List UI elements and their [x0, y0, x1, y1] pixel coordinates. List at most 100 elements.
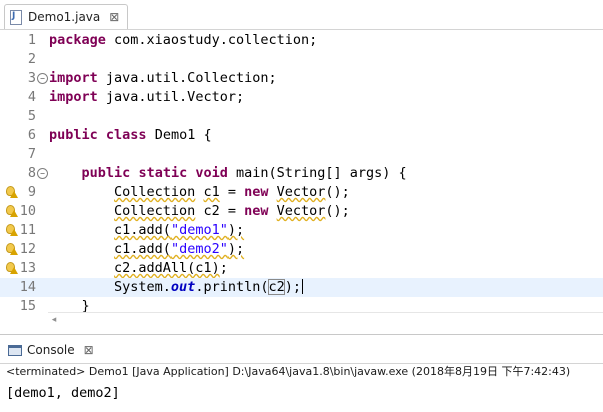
code-text: c2.addAll(c1);: [49, 259, 228, 278]
code-token: c1.add(: [114, 222, 171, 238]
code-token: "demo1": [170, 222, 228, 238]
fold-collapse-icon[interactable]: −: [37, 73, 48, 84]
console-status-line: <terminated> Demo1 [Java Application] D:…: [6, 365, 571, 378]
code-token: c1.add(: [114, 241, 171, 257]
code-token: Collection: [114, 184, 196, 200]
line-number: 10: [19, 203, 36, 219]
code-token: public: [81, 165, 131, 181]
close-icon[interactable]: ⊠: [109, 10, 119, 24]
close-icon[interactable]: ⊠: [84, 343, 94, 357]
scroll-left-icon[interactable]: ◂: [48, 314, 60, 326]
code-token: static: [138, 165, 188, 181]
code-line[interactable]: 5: [0, 107, 603, 126]
line-number: 13: [19, 260, 36, 276]
code-line[interactable]: 13 c2.addAll(c1);: [0, 259, 603, 278]
code-token: out: [170, 279, 196, 295]
code-token: com.xiaostudy.collection;: [105, 32, 318, 48]
code-line[interactable]: 2: [0, 50, 603, 69]
code-line[interactable]: 8− public static void main(String[] args…: [0, 164, 603, 183]
line-number: 11: [19, 222, 36, 238]
code-text: c1.add("demo1");: [49, 221, 244, 240]
code-token: java.util.Collection;: [97, 70, 277, 86]
code-line[interactable]: 9 Collection c1 = new Vector();: [0, 183, 603, 202]
code-token: );: [227, 241, 245, 257]
tab-demo1-java[interactable]: J Demo1.java ⊠: [4, 4, 129, 29]
console-tab-label: Console: [27, 343, 75, 357]
code-token: new: [244, 184, 269, 200]
line-number: 12: [19, 241, 36, 257]
code-token: =: [219, 184, 245, 200]
tab-label: Demo1.java: [28, 10, 101, 24]
code-token: ();: [325, 184, 350, 200]
java-file-icon: J: [9, 10, 23, 25]
fold-collapse-icon[interactable]: −: [37, 168, 48, 179]
console-icon: [8, 344, 22, 356]
code-token: main(String[] args) {: [227, 165, 407, 181]
code-token: import: [49, 89, 98, 105]
code-token: java.util.Vector;: [97, 89, 245, 105]
editor-tab-bar: J Demo1.java ⊠: [0, 0, 603, 30]
code-token: c1: [203, 184, 220, 200]
code-text: }: [49, 297, 90, 312]
code-token: void: [195, 165, 228, 181]
console-output[interactable]: [demo1, demo2]: [6, 383, 120, 403]
code-line[interactable]: 15 }: [0, 297, 603, 312]
line-number: 1: [27, 32, 36, 48]
code-text: System.out.println(c2);: [49, 278, 303, 297]
code-token: Vector: [276, 184, 326, 200]
code-token: class: [105, 127, 147, 143]
code-line[interactable]: 3− import java.util.Collection;: [0, 69, 603, 88]
code-text: import java.util.Vector;: [49, 88, 244, 107]
code-line[interactable]: 11 c1.add("demo1");: [0, 221, 603, 240]
code-line[interactable]: 14 System.out.println(c2);: [0, 278, 603, 297]
line-number: 7: [27, 146, 36, 162]
code-token: public: [49, 127, 98, 143]
code-line[interactable]: 1 package com.xiaostudy.collection;: [0, 31, 603, 50]
code-token: Vector: [276, 203, 326, 219]
code-text: Collection c2 = new Vector();: [49, 202, 350, 221]
code-token: import: [49, 70, 98, 86]
code-token: new: [244, 203, 269, 219]
code-text: public static void main(String[] args) {: [49, 164, 407, 183]
code-line[interactable]: 12 c1.add("demo2");: [0, 240, 603, 259]
code-token: Demo1 {: [146, 127, 212, 143]
code-token: c2 =: [195, 203, 245, 219]
code-text: Collection c1 = new Vector();: [49, 183, 350, 202]
code-text: package com.xiaostudy.collection;: [49, 31, 317, 50]
code-line[interactable]: 4 import java.util.Vector;: [0, 88, 603, 107]
code-token: package: [49, 32, 106, 48]
code-token: ;: [219, 260, 228, 276]
line-number: 3: [27, 70, 36, 86]
code-token: );: [227, 222, 245, 238]
line-number: 9: [27, 184, 36, 200]
line-number: 8: [27, 165, 36, 181]
code-text: c1.add("demo2");: [49, 240, 244, 259]
line-number: 14: [19, 279, 36, 295]
line-number: 4: [27, 89, 36, 105]
line-number: 6: [27, 127, 36, 143]
code-line[interactable]: 6 public class Demo1 {: [0, 126, 603, 145]
horizontal-scrollbar[interactable]: ◂: [48, 312, 603, 327]
text-caret: [302, 279, 303, 294]
tab-console[interactable]: Console ⊠: [8, 341, 94, 359]
code-editor[interactable]: 1 package com.xiaostudy.collection; 2 3− imp…: [0, 30, 603, 312]
line-number: 15: [19, 298, 36, 312]
code-token: System.: [49, 279, 171, 295]
code-token: c2: [268, 279, 285, 295]
console-tab-bar: Console ⊠: [0, 334, 603, 364]
code-token: Collection: [114, 203, 196, 219]
code-token: ();: [325, 203, 350, 219]
code-token: "demo2": [170, 241, 228, 257]
line-number: 2: [27, 51, 36, 67]
code-line[interactable]: 10 Collection c2 = new Vector();: [0, 202, 603, 221]
code-text: import java.util.Collection;: [49, 69, 277, 88]
code-line[interactable]: 7: [0, 145, 603, 164]
